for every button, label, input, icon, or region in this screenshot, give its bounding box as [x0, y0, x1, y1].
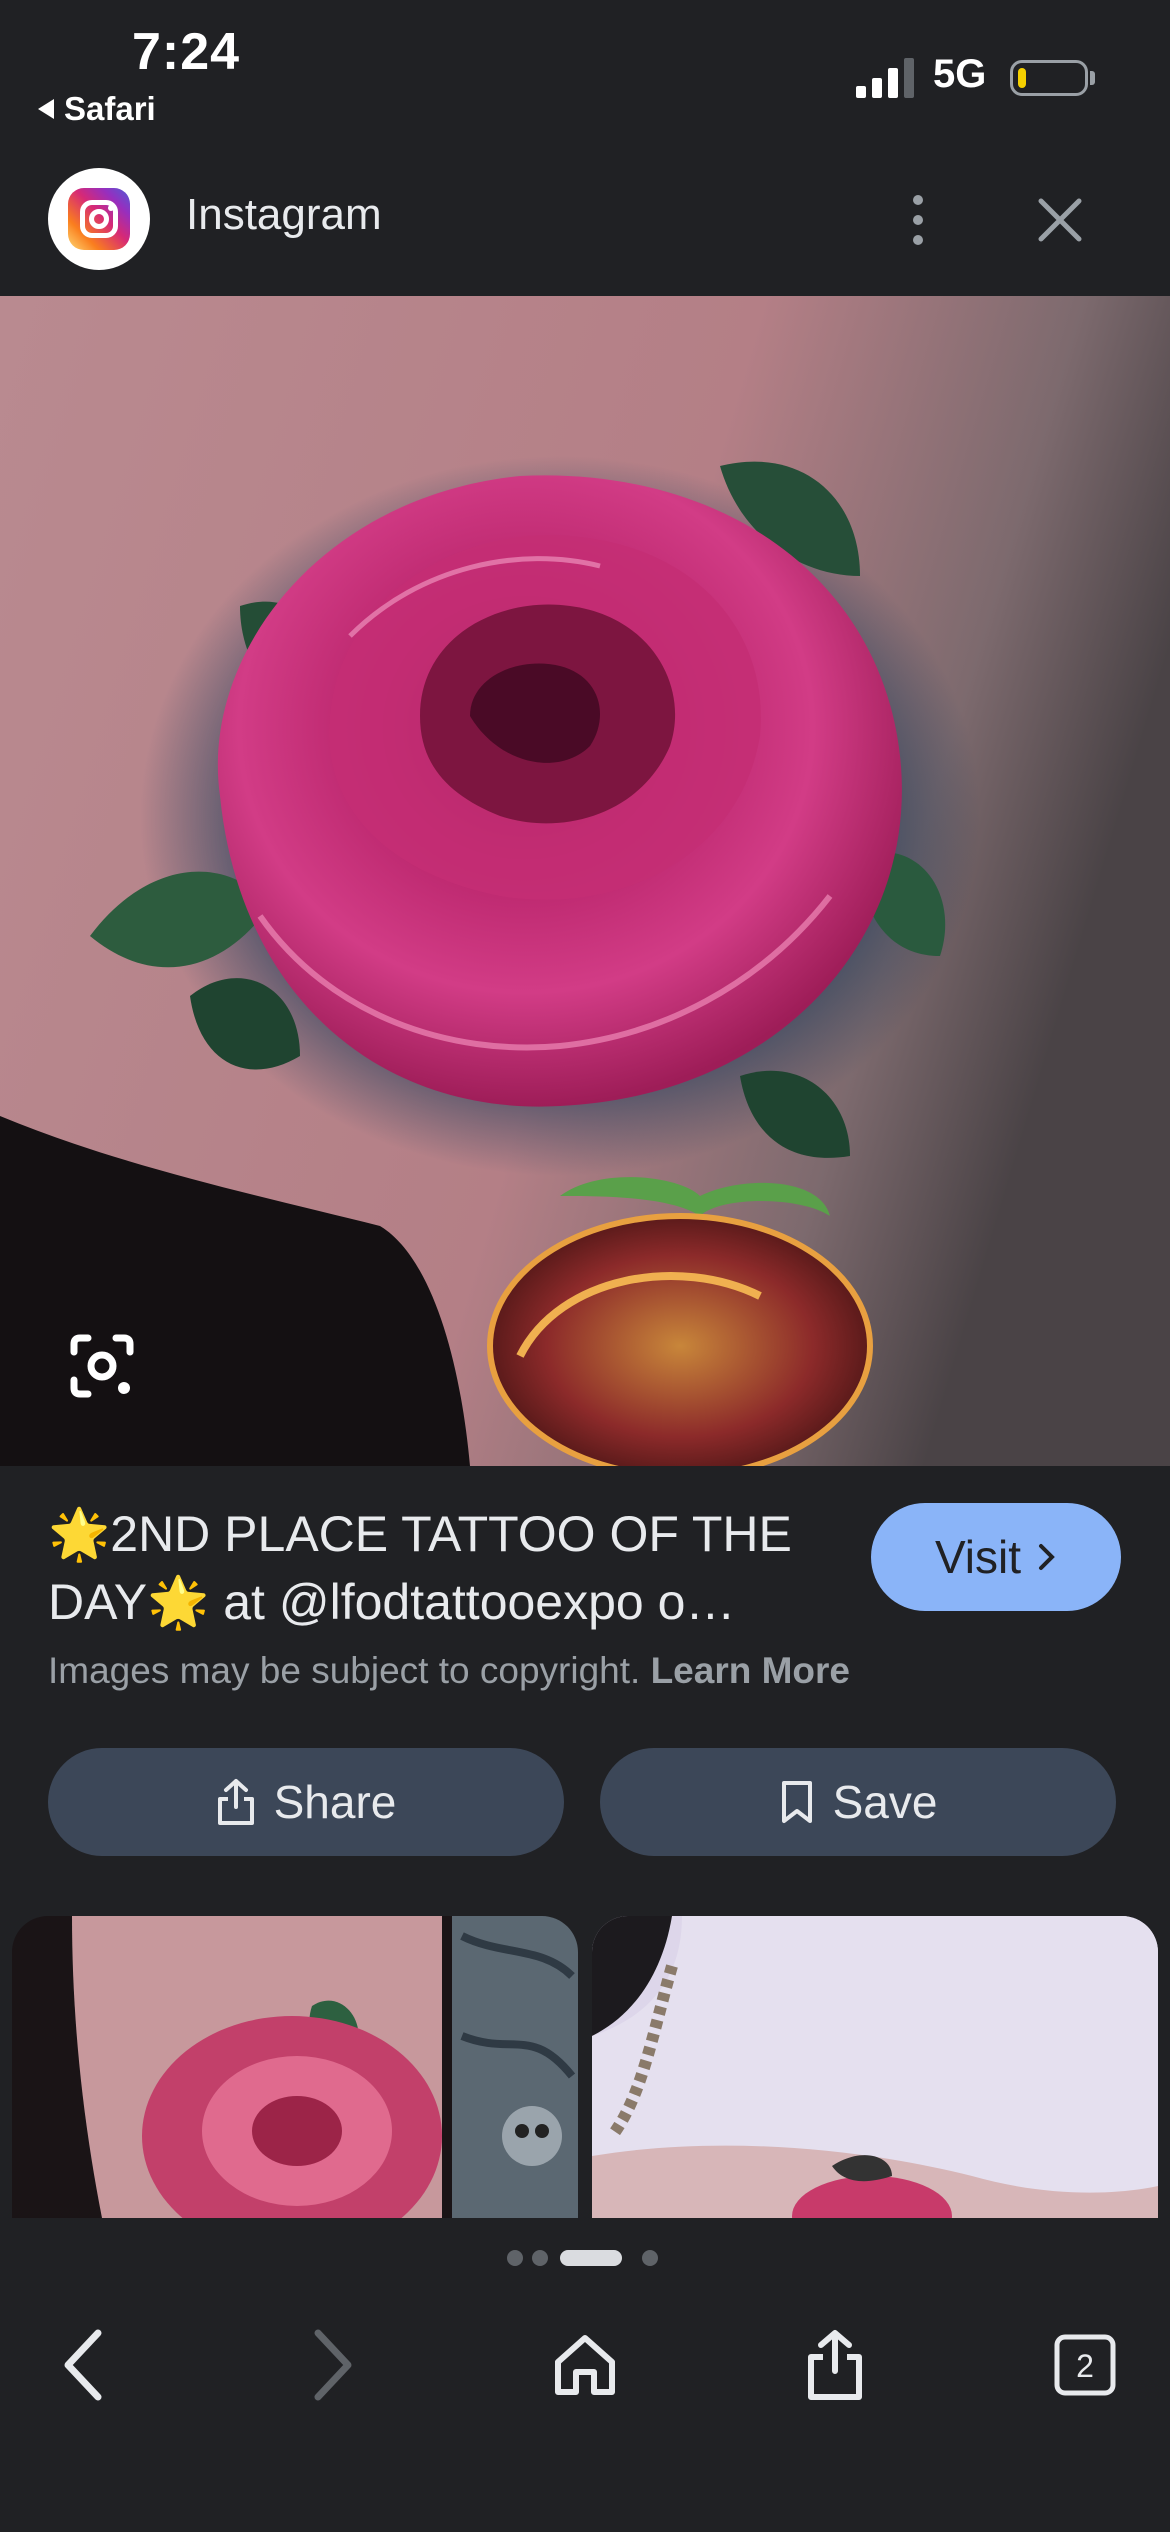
share-icon: [217, 1779, 254, 1825]
forward-button[interactable]: [288, 2320, 378, 2410]
copyright-notice: Images may be subject to copyright. Lear…: [48, 1650, 850, 1692]
chevron-left-icon: [64, 2329, 102, 2401]
caption-line-2: DAY🌟 at @lfodtattooexpo o…: [48, 1574, 736, 1630]
home-button[interactable]: [540, 2320, 630, 2410]
home-icon: [555, 2335, 615, 2395]
bookmark-icon: [781, 1781, 812, 1823]
status-time: 7:24: [132, 23, 241, 81]
back-to-safari[interactable]: Safari: [38, 90, 156, 128]
result-caption[interactable]: 🌟2ND PLACE TATTOO OF THE DAY🌟 at @lfodta…: [48, 1500, 838, 1636]
share-icon: [808, 2330, 862, 2400]
back-app-label: Safari: [64, 90, 156, 127]
page-dot: [507, 2250, 523, 2266]
google-lens-icon[interactable]: [66, 1330, 138, 1402]
chevron-right-icon: [1039, 1544, 1055, 1570]
visit-button[interactable]: Visit: [871, 1503, 1121, 1611]
network-type: 5G: [933, 52, 987, 96]
more-vert-icon[interactable]: [898, 190, 938, 250]
save-label: Save: [832, 1776, 938, 1828]
instagram-logo-icon: [48, 168, 150, 270]
share-label: Share: [273, 1776, 397, 1828]
close-icon[interactable]: [1035, 195, 1085, 245]
copyright-text: Images may be subject to copyright.: [48, 1650, 641, 1691]
tabs-count-icon: 2: [1054, 2334, 1116, 2396]
save-button[interactable]: Save: [600, 1748, 1116, 1856]
tabs-button[interactable]: 2: [1040, 2320, 1130, 2410]
page-dot-active: [560, 2250, 622, 2266]
tabs-count: 2: [1076, 2348, 1094, 2384]
learn-more-link[interactable]: Learn More: [651, 1650, 850, 1691]
source-title: Instagram: [186, 190, 382, 239]
page-dot: [642, 2250, 658, 2266]
battery-icon: [1010, 60, 1088, 96]
related-image-1[interactable]: [12, 1916, 578, 2218]
back-triangle-icon: [38, 99, 54, 119]
battery-nub: [1090, 71, 1095, 85]
signal-icon: [856, 58, 914, 98]
visit-label: Visit: [934, 1531, 1022, 1583]
battery-level: [1018, 68, 1026, 88]
related-image-2[interactable]: [592, 1916, 1158, 2218]
share-button[interactable]: Share: [48, 1748, 564, 1856]
share-page-button[interactable]: [790, 2320, 880, 2410]
back-button[interactable]: [38, 2320, 128, 2410]
chevron-right-icon: [314, 2329, 352, 2401]
pagination-dots: [507, 2250, 658, 2266]
result-image[interactable]: [0, 296, 1170, 1466]
caption-line-1: 🌟2ND PLACE TATTOO OF THE: [48, 1506, 792, 1562]
page-dot: [532, 2250, 548, 2266]
